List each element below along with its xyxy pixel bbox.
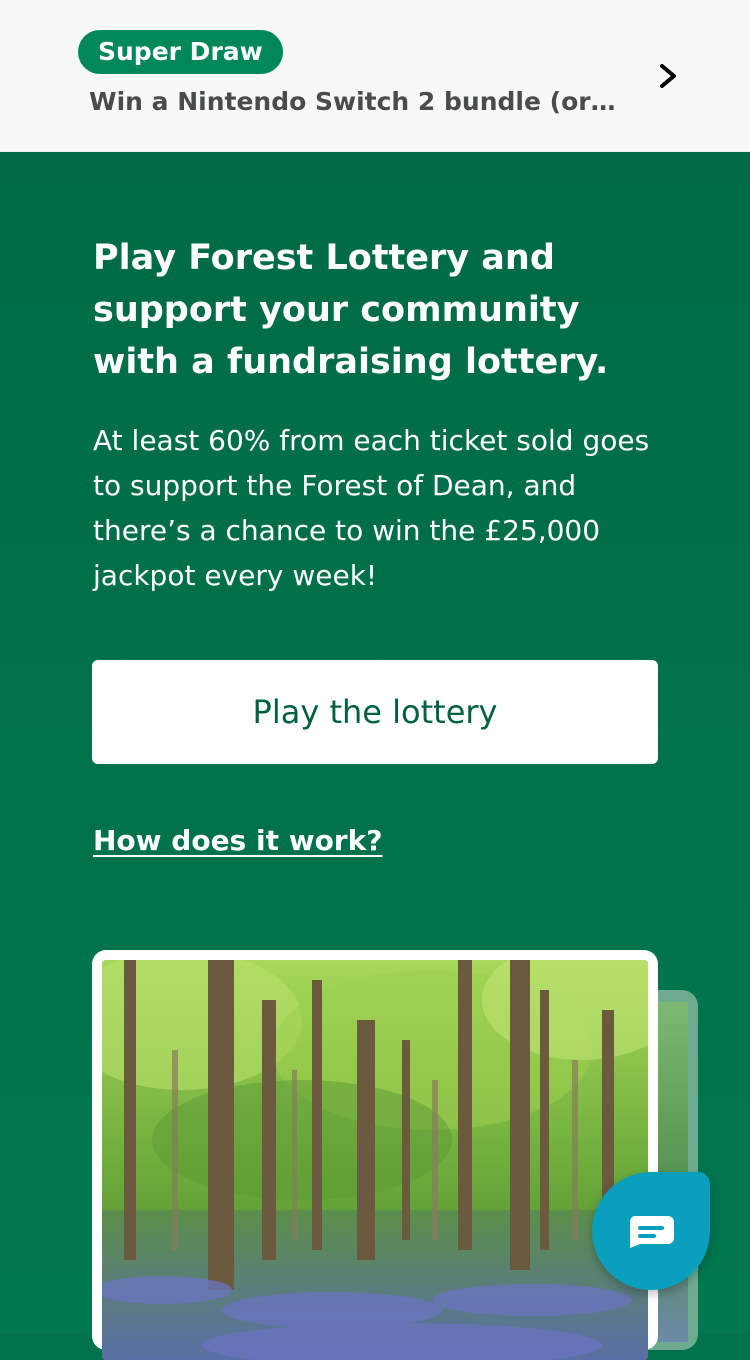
forest-photo (102, 960, 648, 1360)
chevron-right-icon[interactable] (652, 58, 686, 94)
play-lottery-button[interactable]: Play the lottery (92, 660, 658, 764)
banner-text: Win a Nintendo Switch 2 bundle (or c... (89, 87, 619, 116)
chat-bubble-icon (629, 1216, 674, 1248)
how-does-it-work-link[interactable]: How does it work? (93, 824, 382, 857)
forest-illustration (102, 960, 648, 1360)
announcement-banner[interactable]: Super Draw Win a Nintendo Switch 2 bundl… (0, 0, 750, 152)
chat-button[interactable] (592, 1172, 710, 1290)
forest-photo-card (92, 950, 658, 1360)
super-draw-badge: Super Draw (78, 30, 283, 74)
hero-subtext: At least 60% from each ticket sold goes … (93, 424, 650, 592)
hero-headline: Play Forest Lottery and support your com… (93, 238, 609, 382)
